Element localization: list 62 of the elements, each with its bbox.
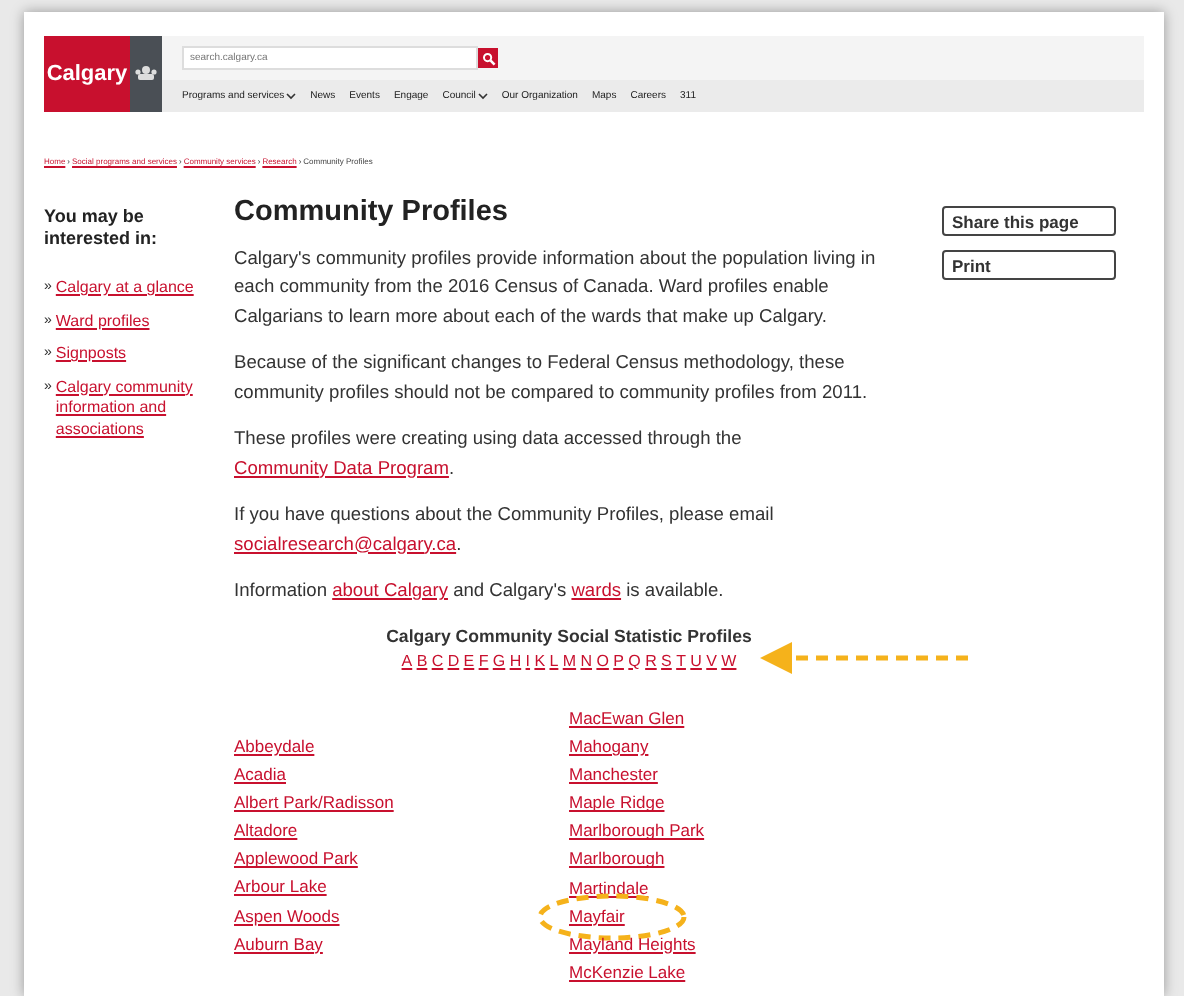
community-link[interactable]: Arbour Lake (234, 876, 327, 897)
letter-link[interactable]: I (525, 647, 531, 676)
logo[interactable]: Calgary (44, 36, 130, 112)
action-button[interactable]: Print (942, 250, 1116, 280)
paragraph: If you have questions about the Community Profiles, please email socialresearch@calgary.ca. (234, 502, 776, 558)
community-link[interactable]: Marlborough Park (569, 820, 705, 841)
community-link[interactable]: Manchester (569, 764, 658, 785)
community-link[interactable]: Mayfair (569, 905, 625, 926)
community-link[interactable]: Applewood Park (234, 848, 358, 869)
letter-link[interactable]: N (580, 647, 593, 676)
community-link[interactable]: Aspen Woods (234, 905, 340, 926)
paragraph: These profiles were creating using data accessed through the Community Data Program. (234, 426, 744, 482)
community-link[interactable]: Altadore (234, 820, 298, 841)
letter-link[interactable]: A (401, 647, 413, 676)
letter-link[interactable]: W (721, 647, 737, 676)
letter-link[interactable]: P (613, 647, 624, 676)
community-link[interactable]: Maple Ridge (569, 792, 665, 813)
text-link[interactable]: about Calgary (332, 580, 448, 600)
letter-link[interactable]: B (416, 647, 428, 676)
search-button[interactable] (478, 48, 498, 68)
letter-link[interactable]: Q (628, 647, 641, 676)
sidebar-link[interactable]: Calgary community information and associations (55, 377, 234, 440)
text-link[interactable]: wards (571, 580, 622, 600)
letter-link[interactable]: S (661, 647, 672, 676)
community-link[interactable]: Mayland Heights (569, 933, 696, 954)
community-link[interactable]: Martindale (569, 877, 649, 898)
letter-link[interactable]: U (690, 647, 702, 676)
letter-link[interactable]: C (431, 647, 444, 676)
search-icon (481, 51, 495, 65)
page-title: Community Profiles (234, 198, 510, 227)
sidebar-link[interactable]: Signposts (55, 344, 127, 365)
letter-link[interactable]: G (492, 647, 506, 676)
text-link[interactable]: Community Data Program (234, 457, 449, 477)
community-link[interactable]: Albert Park/Radisson (234, 792, 394, 813)
sidebar-link[interactable]: Ward profiles (55, 311, 150, 332)
community-link[interactable]: Mahogany (569, 736, 649, 757)
sidebar-heading: You may be interested in: (44, 206, 160, 250)
community-link[interactable]: MacEwan Glen (569, 708, 685, 728)
letter-link[interactable]: K (534, 647, 546, 676)
community-link[interactable]: Auburn Bay (234, 933, 323, 954)
letter-link[interactable]: O (596, 647, 609, 676)
letter-link[interactable]: L (549, 647, 559, 676)
community-link[interactable]: Abbeydale (234, 736, 315, 756)
letter-link[interactable]: D (447, 647, 460, 676)
letter-link[interactable]: H (509, 647, 522, 676)
section-heading: Calgary Community Social Statistic Profiles (386, 623, 752, 647)
letter-link[interactable]: T (676, 647, 686, 676)
community-link[interactable]: Acadia (234, 764, 286, 785)
community-link[interactable]: McKenzie Lake (569, 961, 686, 982)
letter-link[interactable]: E (463, 647, 475, 676)
paragraph: Because of the significant changes to Federal Census methodology, these community profiles should not be compared to community profiles from 2011. (234, 350, 870, 406)
action-button[interactable]: Share this page (942, 206, 1116, 236)
sidebar-link[interactable]: Calgary at a glance (55, 278, 194, 299)
letter-link[interactable]: R (645, 647, 657, 676)
crest-icon (134, 64, 158, 84)
letter-link[interactable]: F (478, 647, 489, 676)
letter-link[interactable]: M (562, 647, 577, 676)
text-link[interactable]: socialresearch@calgary.ca (234, 533, 457, 553)
community-link[interactable]: Marlborough (569, 848, 665, 869)
paragraph: Calgary's community profiles provide information about the population living in each community from the 2016 Census of Canada. Ward profiles enable Calgarians to learn more about each of the wards that make up Calgary. (234, 245, 878, 330)
letter-link[interactable]: V (706, 647, 717, 676)
paragraph: Information about Calgary and Calgary's wards is available. (234, 578, 726, 604)
